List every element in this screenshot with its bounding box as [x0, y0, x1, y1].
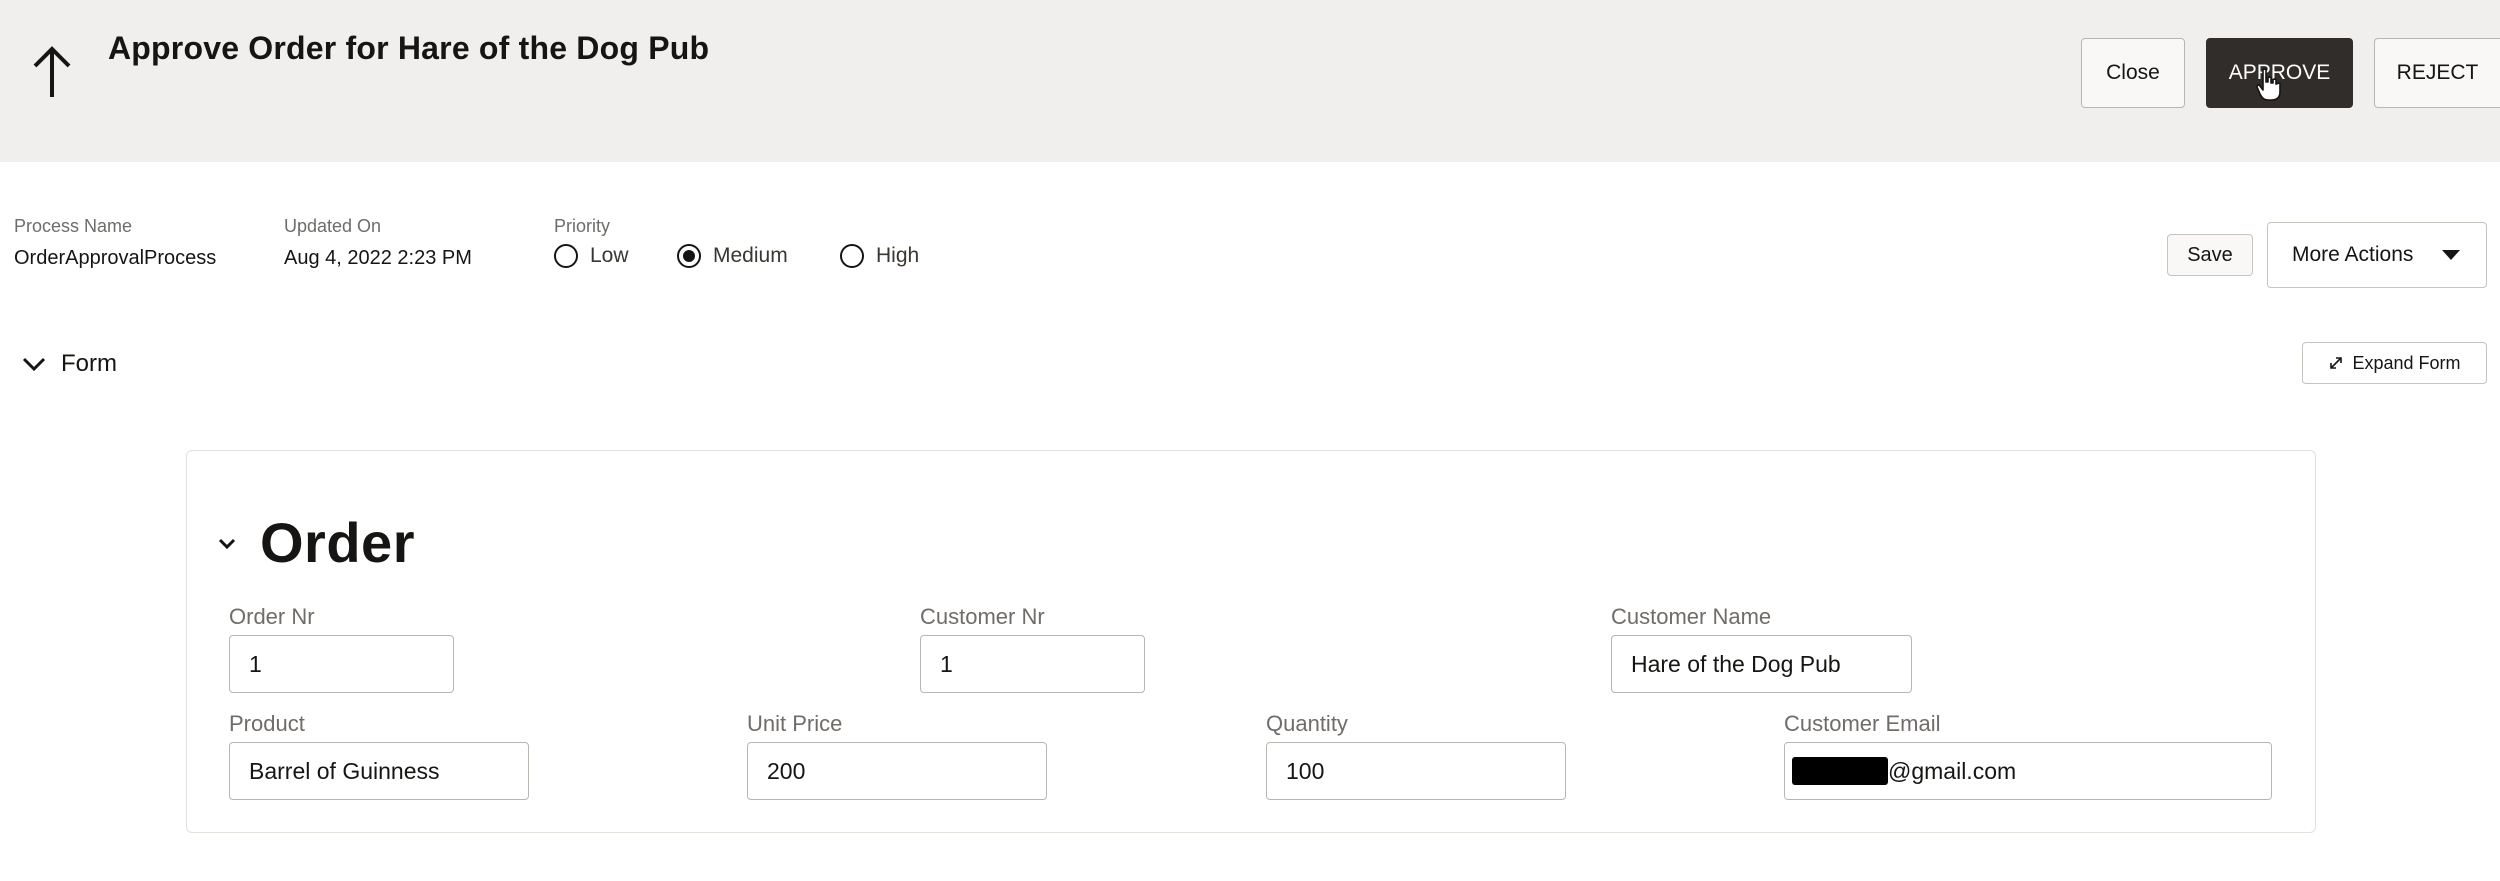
- process-name-value: OrderApprovalProcess: [14, 247, 217, 269]
- unit-price-input[interactable]: [747, 742, 1047, 800]
- order-nr-input[interactable]: [229, 635, 454, 693]
- chevron-down-icon: [218, 538, 236, 549]
- product-input[interactable]: [229, 742, 529, 800]
- process-name-label: Process Name: [14, 216, 133, 236]
- radio-checked-icon: [677, 244, 701, 268]
- customer-nr-label: Customer Nr: [920, 604, 1045, 629]
- priority-option-label: Low: [590, 244, 629, 267]
- customer-name-label: Customer Name: [1611, 604, 1772, 629]
- priority-radio-low[interactable]: Low: [554, 244, 629, 268]
- form-collapse-toggle[interactable]: [14, 344, 54, 384]
- updated-on-value: Aug 4, 2022 2:23 PM: [284, 247, 472, 269]
- approve-button[interactable]: APPROVE: [2206, 38, 2353, 108]
- customer-email-label: Customer Email: [1784, 711, 1941, 736]
- task-header: Approve Order for Hare of the Dog Pub Cl…: [0, 0, 2500, 162]
- more-actions-dropdown[interactable]: More Actions: [2267, 222, 2487, 288]
- chevron-down-icon: [22, 357, 46, 372]
- customer-email-value: @gmail.com: [1888, 757, 2017, 784]
- save-button[interactable]: Save: [2167, 234, 2253, 276]
- close-button[interactable]: Close: [2081, 38, 2185, 108]
- reject-button[interactable]: REJECT: [2374, 38, 2500, 108]
- expand-form-button[interactable]: Expand Form: [2302, 342, 2487, 384]
- customer-email-input[interactable]: @gmail.com: [1784, 742, 2272, 800]
- form-section-label: Form: [61, 350, 117, 377]
- redaction-block: [1792, 757, 1888, 785]
- radio-unchecked-icon: [554, 244, 578, 268]
- more-actions-label: More Actions: [2292, 243, 2414, 266]
- customer-nr-input[interactable]: [920, 635, 1145, 693]
- priority-option-label: High: [876, 244, 920, 267]
- updated-on-label: Updated On: [284, 216, 382, 236]
- order-collapse-toggle[interactable]: [210, 526, 244, 560]
- priority-option-label: Medium: [713, 244, 788, 267]
- quantity-label: Quantity: [1266, 711, 1348, 736]
- order-nr-label: Order Nr: [229, 604, 315, 629]
- expand-form-label: Expand Form: [2352, 352, 2461, 373]
- product-label: Product: [229, 711, 305, 736]
- back-button[interactable]: [24, 36, 80, 108]
- priority-radio-medium[interactable]: Medium: [677, 244, 788, 268]
- customer-name-input[interactable]: [1611, 635, 1912, 693]
- caret-down-icon: [2442, 250, 2460, 260]
- arrow-up-icon: [33, 46, 71, 97]
- order-heading: Order: [260, 511, 415, 574]
- radio-unchecked-icon: [840, 244, 864, 268]
- quantity-input[interactable]: [1266, 742, 1566, 800]
- expand-icon: [2330, 357, 2343, 369]
- unit-price-label: Unit Price: [747, 711, 843, 736]
- priority-label: Priority: [554, 216, 611, 236]
- page-title: Approve Order for Hare of the Dog Pub: [108, 30, 710, 66]
- priority-radio-high[interactable]: High: [840, 244, 919, 268]
